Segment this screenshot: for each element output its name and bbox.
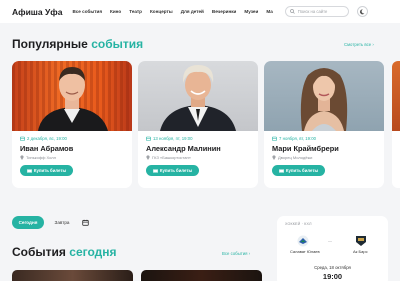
match-date: Среда, 18 октября (314, 265, 351, 270)
event-photo (392, 61, 400, 131)
event-venue-text: ГКЗ «Башкортостан» (152, 155, 191, 160)
nav-item-museums[interactable]: Музеи (244, 9, 258, 14)
event-photo (138, 61, 258, 131)
search-icon (289, 9, 295, 14)
event-title[interactable]: Александр Малинин (146, 144, 250, 153)
event-venue-text: Тинькофф Холл (26, 155, 56, 160)
today-event-thumbnail[interactable] (141, 270, 262, 281)
buy-tickets-button[interactable]: Купить билеты (272, 165, 325, 176)
popular-see-all-link[interactable]: Смотреть все › (344, 42, 374, 47)
match-time: 19:00 (322, 272, 343, 281)
buy-tickets-button[interactable]: Купить билеты (20, 165, 73, 176)
event-date-text: 2 декабря, вс, 19:00 (27, 136, 67, 141)
event-title[interactable]: Мари Краймбрери (272, 144, 376, 153)
event-card[interactable]: 2 декабря, вс, 19:00 Иван Абрамов Тинько… (12, 61, 132, 188)
popular-title-main: Популярные (12, 37, 88, 51)
filter-today-label: Сегодня (18, 220, 38, 225)
popular-title-accent: события (91, 37, 144, 51)
team-home: Салават Юлаев (290, 249, 320, 254)
theme-toggle-button[interactable] (356, 6, 368, 17)
site-logo[interactable]: Афиша Уфа (12, 7, 62, 17)
team-logo-home (297, 235, 309, 247)
nav-item-parties[interactable]: Вечеринки (212, 9, 237, 14)
event-photo (264, 61, 384, 131)
filter-tomorrow-label: Завтра (54, 220, 70, 225)
filter-today-button[interactable]: Сегодня (12, 216, 44, 229)
calendar-picker-button[interactable] (79, 216, 92, 229)
ticket-icon (152, 169, 158, 172)
calendar-icon (146, 136, 151, 141)
pin-icon (20, 155, 24, 160)
today-title-accent: сегодня (69, 245, 117, 259)
nav-item-kids[interactable]: Для детей (181, 9, 204, 14)
team-logo-away (356, 236, 366, 246)
match-league: ХОККЕЙ · КХЛ (285, 222, 312, 226)
event-venue: Тинькофф Холл (20, 155, 124, 160)
nav-item-all[interactable]: Все события (72, 9, 102, 14)
event-photo (12, 61, 132, 131)
event-date: 2 декабря, вс, 19:00 (20, 136, 124, 141)
today-event-thumbnail[interactable] (12, 270, 133, 281)
today-see-all-link[interactable]: Все события › (222, 251, 250, 256)
popular-section-title: Популярные события (12, 37, 143, 51)
main-nav: Все события Кино Театр Концерты Для дете… (72, 9, 272, 14)
buy-tickets-label: Купить билеты (159, 168, 193, 173)
search-placeholder: Поиск на сайте (297, 9, 328, 14)
event-venue: ГКЗ «Башкортостан» (146, 155, 250, 160)
match-separator: — (328, 238, 332, 243)
event-title[interactable]: Иван Абрамов (20, 144, 124, 153)
buy-tickets-label: Купить билеты (33, 168, 67, 173)
buy-tickets-button[interactable]: Купить билеты (146, 165, 199, 176)
nav-item-more[interactable]: Ма (266, 9, 272, 14)
today-title-main: События (12, 245, 66, 259)
event-card[interactable]: 13 ноября, пт, 19:00 Александр Малинин Г… (138, 61, 258, 188)
buy-tickets-label: Купить билеты (285, 168, 319, 173)
pin-icon (272, 155, 276, 160)
search-input[interactable]: Поиск на сайте (284, 6, 349, 17)
nav-item-concerts[interactable]: Концерты (150, 9, 173, 14)
team-away: Ак Барс (353, 249, 368, 254)
calendar-icon (82, 219, 89, 226)
moon-icon (360, 9, 365, 14)
popular-see-all-label: Смотреть все (344, 42, 372, 47)
event-date: 13 ноября, пт, 19:00 (146, 136, 250, 141)
ticket-icon (278, 169, 284, 172)
calendar-icon (272, 136, 277, 141)
calendar-icon (20, 136, 25, 141)
ticket-icon (26, 169, 32, 172)
event-venue-text: Дворец Молодёжи (278, 155, 313, 160)
pin-icon (146, 155, 150, 160)
arrow-right-icon: › (372, 42, 374, 47)
event-date-text: 13 ноября, пт, 19:00 (153, 136, 193, 141)
nav-item-cinema[interactable]: Кино (110, 9, 121, 14)
today-see-all-label: Все события (222, 251, 248, 256)
event-date-text: 7 ноября, вт, 19:00 (279, 136, 317, 141)
nav-item-theatre[interactable]: Театр (129, 9, 142, 14)
today-section-title: События сегодня (12, 245, 117, 259)
filter-tomorrow-button[interactable]: Завтра (50, 216, 74, 229)
event-card[interactable]: 7 ноября, вт, 19:00 Мари Краймбрери Двор… (264, 61, 384, 188)
event-venue: Дворец Молодёжи (272, 155, 376, 160)
site-header: Афиша Уфа Все события Кино Театр Концерт… (0, 0, 400, 23)
event-card-partial[interactable] (392, 61, 400, 188)
arrow-right-icon: › (248, 251, 251, 256)
match-card[interactable]: ХОККЕЙ · КХЛ Салават Юлаев — Ак Барс Сре… (277, 216, 388, 281)
event-date: 7 ноября, вт, 19:00 (272, 136, 376, 141)
